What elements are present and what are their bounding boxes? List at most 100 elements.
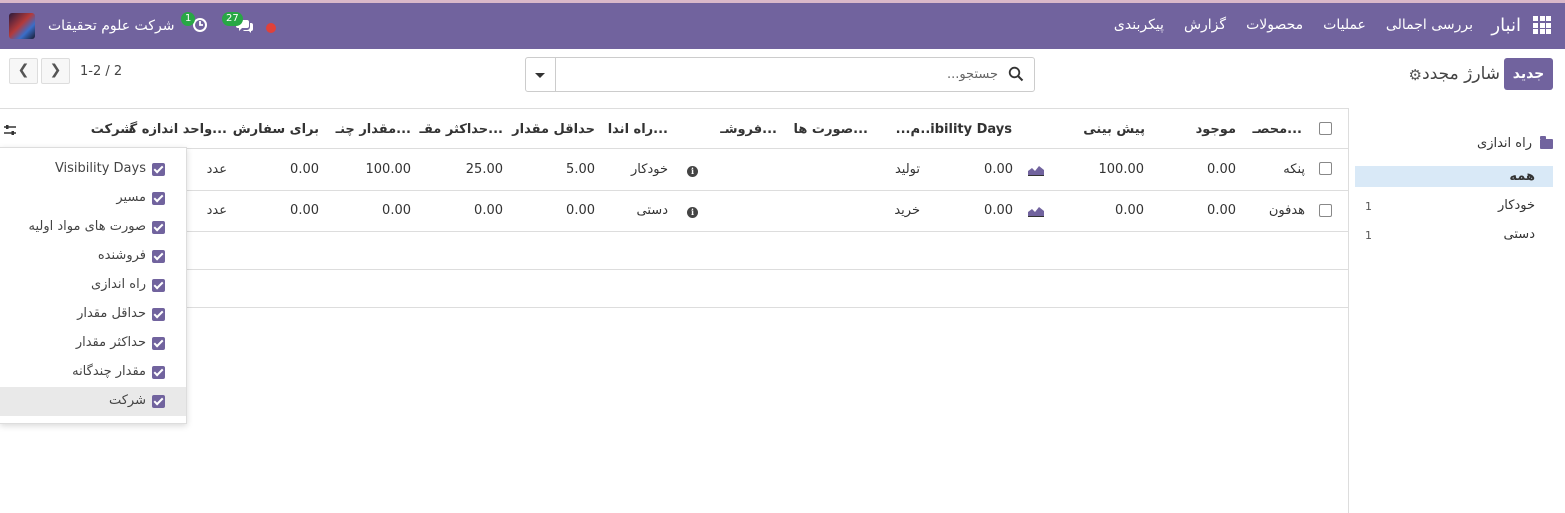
company-switcher[interactable]: شرکت علوم تحقیقات: [48, 18, 174, 34]
column-toggle-label: Visibility Days: [54, 161, 146, 176]
checkbox-checked-icon[interactable]: [152, 279, 165, 292]
filter-item[interactable]: دستی 1: [1355, 227, 1553, 247]
filter-item-count: 1: [1365, 200, 1372, 213]
row-divider: [0, 269, 1348, 270]
column-toggle-vendor[interactable]: فروشنده: [0, 242, 186, 271]
cell-visibility-days: 0.00: [984, 162, 1013, 177]
cell-trigger[interactable]: دستی: [637, 203, 668, 218]
row-checkbox[interactable]: [1319, 204, 1332, 217]
gear-icon[interactable]: ⚙: [1409, 66, 1422, 84]
filter-item[interactable]: خودکار 1: [1355, 198, 1553, 218]
column-vendor[interactable]: فروشـ...: [720, 122, 777, 137]
row-checkbox[interactable]: [1319, 162, 1332, 175]
checkbox-checked-icon[interactable]: [152, 337, 165, 350]
column-toggle-visibility-days[interactable]: Visibility Days: [0, 155, 186, 184]
search-panel: راه اندازی همه خودکار 1 دستی 1: [1348, 108, 1565, 513]
search-bar: [525, 57, 1035, 92]
column-forecast[interactable]: پیش بینی: [1083, 122, 1145, 137]
pager-value[interactable]: 1-2 / 2: [80, 64, 122, 79]
app-brand[interactable]: انبار: [1491, 15, 1521, 36]
main-menu: بررسی اجمالی عملیات محصولات گزارش پیکربن…: [1114, 17, 1473, 33]
checkbox-checked-icon[interactable]: [152, 163, 165, 176]
search-icon[interactable]: [1008, 66, 1024, 82]
cell-max-qty[interactable]: 0.00: [474, 203, 503, 218]
column-toggle-max-qty[interactable]: حداکثر مقدار: [0, 329, 186, 358]
column-uom[interactable]: واحد اندازه گـ...: [125, 122, 227, 137]
filter-item-count: 1: [1365, 229, 1372, 242]
menu-operations[interactable]: عملیات: [1323, 17, 1366, 33]
cell-route[interactable]: خرید: [894, 203, 920, 218]
column-toggle-label: مسیر: [116, 190, 146, 205]
table-top-border: [0, 108, 1348, 109]
search-options-toggle[interactable]: [526, 58, 556, 91]
cell-uom[interactable]: عدد: [207, 203, 227, 218]
column-toggle-bom[interactable]: صورت های مواد اولیه: [0, 213, 186, 242]
checkbox-checked-icon[interactable]: [152, 366, 165, 379]
cell-uom[interactable]: عدد: [207, 162, 227, 177]
cell-product[interactable]: هدفون: [1269, 203, 1305, 218]
cell-to-order[interactable]: 0.00: [290, 162, 319, 177]
search-input[interactable]: [558, 60, 998, 89]
cell-max-qty[interactable]: 25.00: [466, 162, 503, 177]
filter-category-label: راه اندازی: [1477, 136, 1532, 151]
forecast-graph-icon[interactable]: [1028, 206, 1044, 217]
row-divider: [0, 190, 1348, 191]
messages-badge: 27: [222, 12, 243, 26]
checkbox-checked-icon[interactable]: [152, 395, 165, 408]
info-icon[interactable]: i: [687, 207, 698, 218]
checkbox-checked-icon[interactable]: [152, 250, 165, 263]
user-avatar[interactable]: [9, 13, 35, 39]
page-title: شارژ مجدد: [1422, 64, 1500, 84]
menu-reporting[interactable]: گزارش: [1184, 17, 1226, 33]
checkbox-checked-icon[interactable]: [152, 192, 165, 205]
column-route[interactable]: ...م: [896, 122, 920, 137]
column-toggle-company[interactable]: شرکت: [0, 387, 186, 416]
cell-min-qty[interactable]: 0.00: [566, 203, 595, 218]
column-on-hand[interactable]: موجود: [1196, 122, 1236, 137]
column-toggle-label: راه اندازی: [91, 277, 146, 292]
column-bom[interactable]: صورت ها...: [793, 122, 868, 137]
info-icon[interactable]: i: [687, 166, 698, 177]
filter-all[interactable]: همه: [1355, 166, 1553, 187]
cell-product[interactable]: پنکه: [1283, 162, 1305, 177]
column-toggle-multiple-qty[interactable]: مقدار چندگانه: [0, 358, 186, 387]
table-bottom-border: [0, 307, 1348, 308]
optional-columns-icon[interactable]: [3, 124, 17, 136]
cell-on-hand: 0.00: [1207, 203, 1236, 218]
column-product[interactable]: محصـ...: [1253, 122, 1303, 137]
cell-multiple-qty[interactable]: 100.00: [366, 162, 412, 177]
column-visibility-days[interactable]: ...ibility Days: [915, 122, 1012, 137]
column-toggle-label: حداقل مقدار: [77, 306, 146, 321]
app-menu-icon[interactable]: [1533, 16, 1551, 34]
column-multiple-qty[interactable]: مقدار چنـ...: [336, 122, 411, 137]
menu-overview[interactable]: بررسی اجمالی: [1386, 17, 1473, 33]
pager-next-button[interactable]: ❯: [41, 58, 70, 84]
cell-on-hand: 0.00: [1207, 162, 1236, 177]
column-min-qty[interactable]: حداقل مقدار: [512, 122, 595, 137]
cell-multiple-qty[interactable]: 0.00: [382, 203, 411, 218]
checkbox-checked-icon[interactable]: [152, 221, 165, 234]
cell-forecast: 0.00: [1115, 203, 1144, 218]
select-all-checkbox[interactable]: [1319, 122, 1332, 135]
column-trigger[interactable]: راه اندا...: [608, 122, 668, 137]
menu-configuration[interactable]: پیکربندی: [1114, 17, 1164, 33]
column-max-qty[interactable]: حداکثر مقـ...: [420, 122, 504, 137]
record-indicator-icon[interactable]: [266, 23, 276, 33]
checkbox-checked-icon[interactable]: [152, 308, 165, 321]
column-to-order[interactable]: برای سفارش: [233, 122, 319, 137]
column-company[interactable]: شرکت: [91, 122, 133, 137]
column-toggle-label: حداکثر مقدار: [75, 335, 146, 350]
cell-trigger[interactable]: خودکار: [631, 162, 668, 177]
top-navbar: انبار بررسی اجمالی عملیات محصولات گزارش …: [0, 0, 1565, 49]
column-toggle-trigger[interactable]: راه اندازی: [0, 271, 186, 300]
cell-min-qty[interactable]: 5.00: [566, 162, 595, 177]
column-toggle-min-qty[interactable]: حداقل مقدار: [0, 300, 186, 329]
menu-products[interactable]: محصولات: [1246, 17, 1303, 33]
new-button[interactable]: جدید: [1504, 58, 1553, 90]
cell-route[interactable]: تولید: [895, 162, 920, 177]
cell-to-order[interactable]: 0.00: [290, 203, 319, 218]
column-toggle-route[interactable]: مسیر: [0, 184, 186, 213]
forecast-graph-icon[interactable]: [1028, 165, 1044, 176]
pager-previous-button[interactable]: ❮: [9, 58, 38, 84]
filter-item-label: دستی: [1503, 227, 1535, 242]
